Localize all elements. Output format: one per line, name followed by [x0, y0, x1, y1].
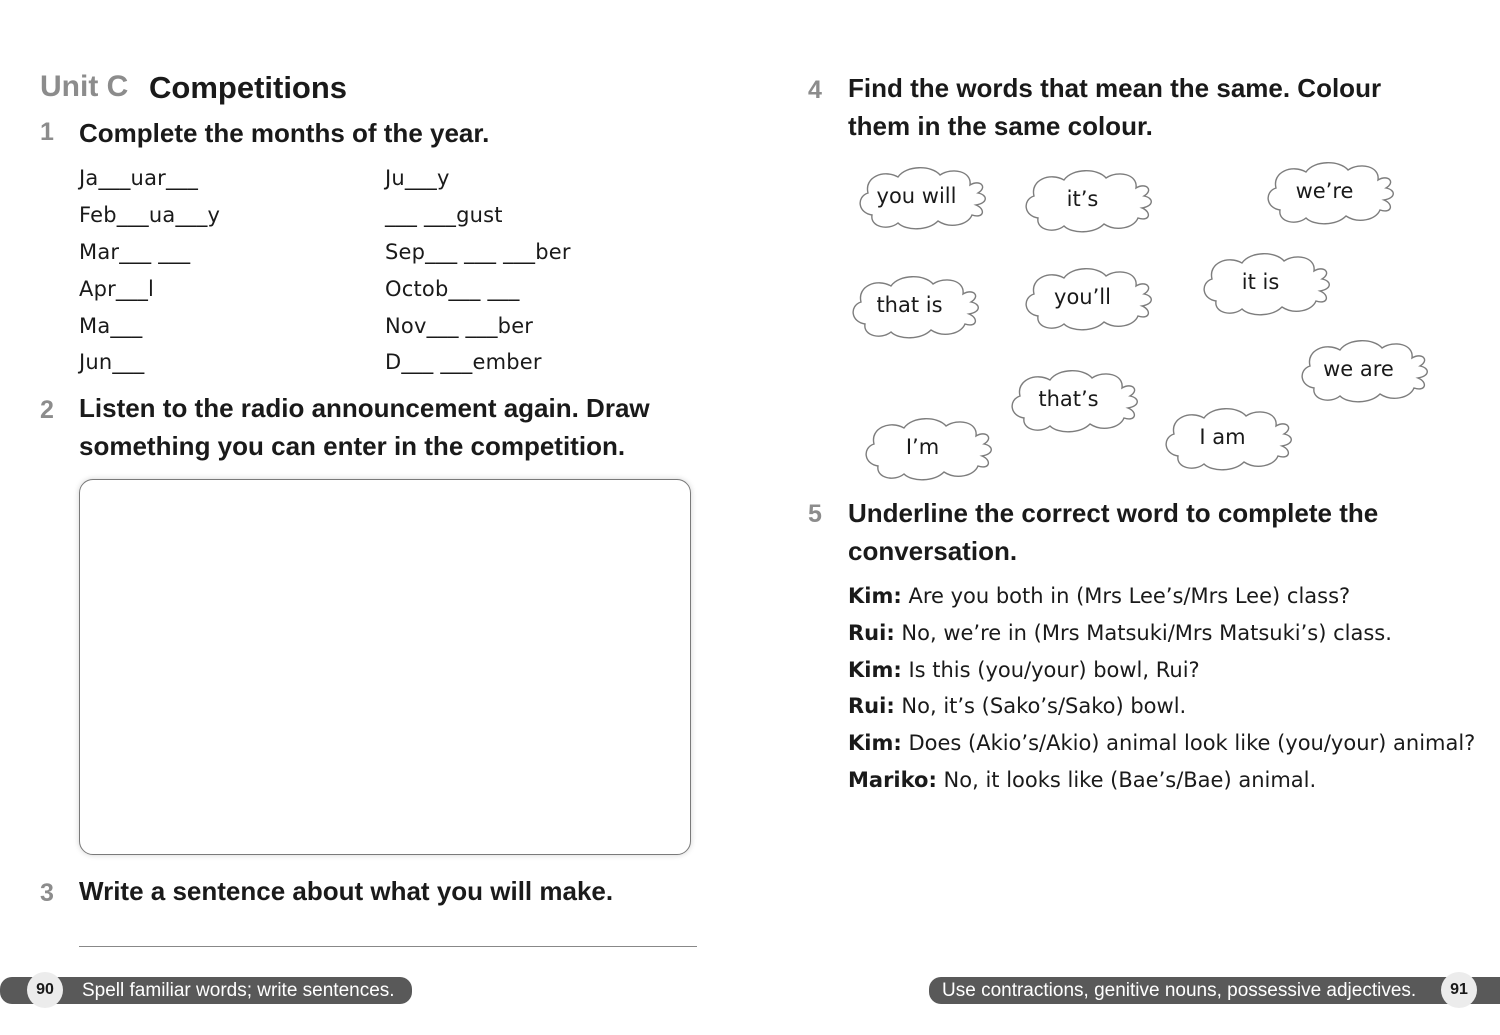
word-cloud[interactable]: you will: [854, 163, 994, 230]
page-number-left: 90: [27, 972, 63, 1008]
month-july[interactable]: Ju___y: [385, 166, 450, 190]
drawing-box[interactable]: [79, 479, 691, 855]
word-cloud[interactable]: that is: [847, 272, 987, 339]
question-number-4: 4: [808, 76, 822, 104]
speaker-name: Kim:: [848, 731, 902, 755]
month-september[interactable]: Sep___ ___ ___ber: [385, 240, 571, 264]
cloud-word: you’ll: [1054, 285, 1111, 309]
question-5-text-line-2: conversation.: [848, 536, 1018, 566]
word-cloud[interactable]: we’re: [1262, 158, 1402, 225]
cloud-word: that is: [876, 293, 943, 317]
answer-writing-line[interactable]: [79, 946, 697, 947]
word-cloud[interactable]: it is: [1198, 249, 1338, 316]
dialogue-text[interactable]: No, we’re in (Mrs Matsuki/Mrs Matsuki’s)…: [901, 621, 1392, 645]
page-number-right: 91: [1441, 972, 1477, 1008]
question-5-text-line-1: Underline the correct word to complete t…: [848, 498, 1379, 528]
month-august[interactable]: ___ ___gust: [385, 203, 503, 227]
question-2-text-line-2: something you can enter in the competiti…: [79, 431, 626, 461]
dialogue-line: Mariko: No, it looks like (Bae’s/Bae) an…: [848, 768, 1316, 792]
unit-label: Unit C: [40, 70, 129, 103]
cloud-word: we are: [1323, 357, 1394, 381]
month-march[interactable]: Mar___ ___: [79, 240, 190, 264]
word-cloud[interactable]: I’m: [860, 414, 1000, 481]
cloud-word: that’s: [1038, 387, 1099, 411]
dialogue-line: Kim: Are you both in (Mrs Lee’s/Mrs Lee)…: [848, 584, 1350, 608]
question-2-text-line-1: Listen to the radio announcement again. …: [79, 393, 650, 423]
dialogue-text[interactable]: Is this (you/your) bowl, Rui?: [908, 658, 1199, 682]
month-may[interactable]: Ma___: [79, 314, 143, 338]
cloud-word: I am: [1199, 425, 1246, 449]
dialogue-text[interactable]: Does (Akio’s/Akio) animal look like (you…: [908, 731, 1475, 755]
dialogue-text[interactable]: Are you both in (Mrs Lee’s/Mrs Lee) clas…: [908, 584, 1350, 608]
month-january[interactable]: Ja___uar___: [79, 166, 198, 190]
question-3-text: Write a sentence about what you will mak…: [79, 876, 614, 906]
month-october[interactable]: Octob___ ___: [385, 277, 520, 301]
month-june[interactable]: Jun___: [79, 350, 145, 374]
footer-objective-left: Spell familiar words; write sentences.: [82, 980, 395, 1001]
dialogue-line: Rui: No, it’s (Sako’s/Sako) bowl.: [848, 694, 1186, 718]
question-4-text-line-1: Find the words that mean the same. Colou…: [848, 73, 1382, 103]
cloud-word: I’m: [905, 435, 940, 459]
cloud-word: it is: [1241, 270, 1280, 294]
speaker-name: Mariko:: [848, 768, 937, 792]
month-april[interactable]: Apr___l: [79, 277, 154, 301]
cloud-word: it’s: [1066, 187, 1099, 211]
word-cloud[interactable]: you’ll: [1020, 264, 1160, 331]
month-february[interactable]: Feb___ua___y: [79, 203, 220, 227]
speaker-name: Kim:: [848, 584, 902, 608]
word-cloud[interactable]: that’s: [1006, 366, 1146, 433]
question-number-5: 5: [808, 500, 822, 528]
unit-title: Competitions: [149, 70, 348, 105]
speaker-name: Rui:: [848, 694, 895, 718]
dialogue-line: Rui: No, we’re in (Mrs Matsuki/Mrs Matsu…: [848, 621, 1392, 645]
speaker-name: Rui:: [848, 621, 895, 645]
word-cloud[interactable]: I am: [1160, 404, 1300, 471]
question-1-text: Complete the months of the year.: [79, 118, 490, 148]
cloud-word: we’re: [1295, 179, 1354, 203]
month-december[interactable]: D___ ___ember: [385, 350, 542, 374]
dialogue-text[interactable]: No, it’s (Sako’s/Sako) bowl.: [901, 694, 1186, 718]
speaker-name: Kim:: [848, 658, 902, 682]
question-number-3: 3: [40, 879, 54, 907]
cloud-word: you will: [876, 184, 957, 208]
question-number-2: 2: [40, 396, 54, 424]
question-4-text-line-2: them in the same colour.: [848, 111, 1153, 141]
word-cloud[interactable]: we are: [1296, 336, 1436, 403]
dialogue-line: Kim: Is this (you/your) bowl, Rui?: [848, 658, 1200, 682]
question-number-1: 1: [40, 118, 54, 146]
dialogue-line: Kim: Does (Akio’s/Akio) animal look like…: [848, 731, 1475, 755]
month-november[interactable]: Nov___ ___ber: [385, 314, 533, 338]
dialogue-text[interactable]: No, it looks like (Bae’s/Bae) animal.: [944, 768, 1317, 792]
word-cloud[interactable]: it’s: [1020, 166, 1160, 233]
footer-objective-right: Use contractions, genitive nouns, posses…: [942, 980, 1417, 1001]
